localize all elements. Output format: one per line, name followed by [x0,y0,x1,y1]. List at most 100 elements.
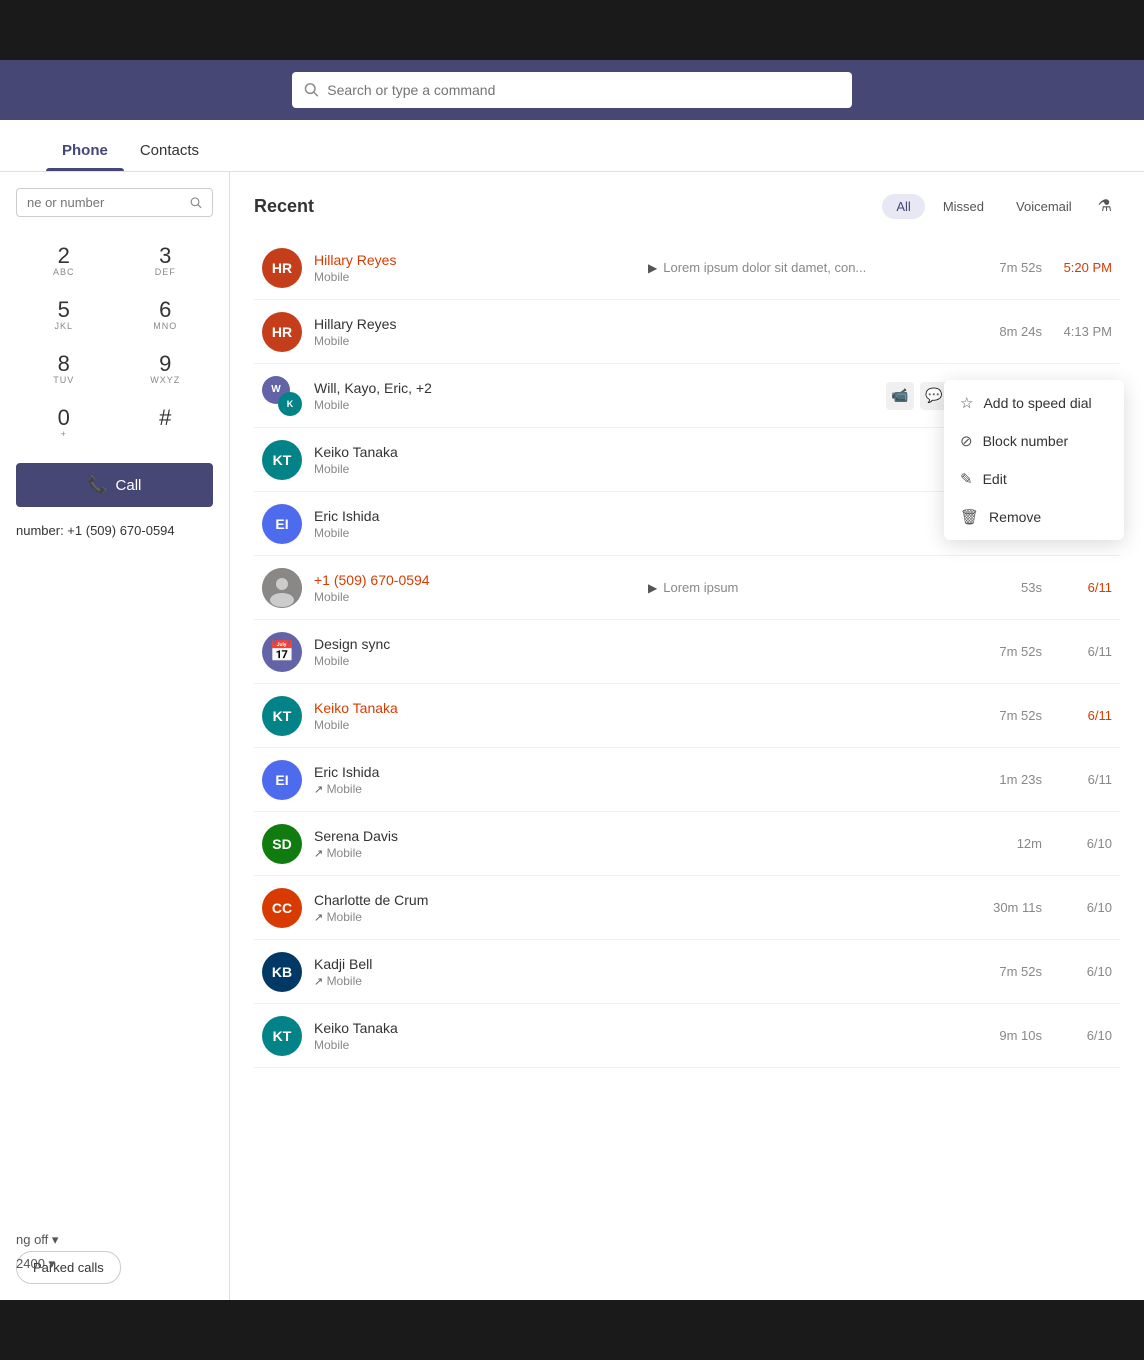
recent-header: Recent All Missed Voicemail ⚗ [254,192,1120,220]
preview-text: Lorem ipsum dolor sit damet, con... [663,260,866,275]
context-menu-item-remove[interactable]: 🗑 Remove [944,498,1124,536]
call-info: Will, Kayo, Eric, +2 Mobile [314,380,600,412]
call-info: Keiko Tanaka Mobile [314,1020,648,1052]
call-preview: ▶ Lorem ipsum [648,580,982,595]
call-time: 6/10 [1042,836,1112,851]
call-name: Will, Kayo, Eric, +2 [314,380,600,396]
call-info: Hillary Reyes Mobile [314,252,648,284]
call-name: Eric Ishida [314,764,648,780]
status-ext[interactable]: 2400 ▾ [16,1256,58,1272]
call-name: Hillary Reyes [314,316,648,332]
outgoing-arrow-icon: ↗ [314,848,323,860]
filter-tab-all[interactable]: All [882,194,924,219]
call-time: 5:20 PM [1042,260,1112,275]
call-info: Hillary Reyes Mobile [314,316,648,348]
filter-tabs: All Missed Voicemail ⚗ [882,192,1120,220]
call-name: +1 (509) 670-0594 [314,572,648,588]
avatar: SD [262,824,302,864]
avatar: W K [262,376,302,416]
status-away[interactable]: ng off ▾ [16,1232,58,1248]
call-info: Eric Ishida ↗ Mobile [314,764,648,796]
avatar: HR [262,248,302,288]
dial-key-hash[interactable]: # [118,399,214,447]
sidebar-search-box[interactable] [16,188,213,217]
call-info: Kadji Bell ↗ Mobile [314,956,648,988]
call-name: Keiko Tanaka [314,444,651,460]
global-search-box[interactable] [292,72,852,108]
tab-phone[interactable]: Phone [46,130,124,171]
search-input[interactable] [327,82,840,98]
outgoing-arrow-icon: ↗ [314,784,323,796]
edit-icon: ✎ [960,470,973,488]
table-row: HR Hillary Reyes Mobile ▶ Lorem ipsum do… [254,236,1120,300]
call-type: ↗ Mobile [314,782,648,796]
avatar: KB [262,952,302,992]
call-name: Charlotte de Crum [314,892,648,908]
context-menu: ☆ Add to speed dial ⊘ Block number ✎ Edi… [944,380,1124,540]
number-display: number: +1 (509) 670-0594 [16,523,213,538]
avatar: KT [262,1016,302,1056]
avatar [262,568,302,608]
filter-icon[interactable]: ⚗ [1090,192,1120,220]
context-menu-item-edit[interactable]: ✎ Edit [944,460,1124,498]
dial-key-6[interactable]: 6 MNO [118,291,214,339]
table-row: KT Keiko Tanaka Mobile 7m 52s 6/11 [254,684,1120,748]
call-duration: 30m 11s [982,900,1042,915]
avatar: EI [262,504,302,544]
sidebar-search-input[interactable] [27,195,182,210]
play-icon[interactable]: ▶ [648,261,657,275]
nav-tab-previous[interactable] [30,147,46,171]
video-icon[interactable]: 📹 [886,382,914,410]
table-row: CC Charlotte de Crum ↗ Mobile 30m 11s 6/… [254,876,1120,940]
filter-tab-voicemail[interactable]: Voicemail [1002,194,1086,219]
filter-tab-missed[interactable]: Missed [929,194,998,219]
call-button[interactable]: 📞 Call [16,463,213,507]
dial-key-5[interactable]: 5 JKL [16,291,112,339]
call-time: 6/11 [1042,644,1112,659]
call-type: ↗ Mobile [314,846,648,860]
table-row: HR Hillary Reyes Mobile 8m 24s 4:13 PM [254,300,1120,364]
dialpad: 2 ABC 3 DEF 5 JKL 6 MNO 8 TUV 9 WXYZ [16,237,213,447]
context-menu-label: Edit [983,471,1007,487]
call-type: Mobile [314,654,648,668]
table-row: SD Serena Davis ↗ Mobile 12m 6/10 [254,812,1120,876]
dial-key-0[interactable]: 0 + [16,399,112,447]
outgoing-arrow-icon: ↗ [314,976,323,988]
call-info: Keiko Tanaka Mobile [314,700,648,732]
call-duration: 7m 52s [982,644,1042,659]
dial-key-3[interactable]: 3 DEF [118,237,214,285]
tab-contacts[interactable]: Contacts [124,130,215,171]
call-type: Mobile [314,590,648,604]
sidebar: 2 ABC 3 DEF 5 JKL 6 MNO 8 TUV 9 WXYZ [0,172,230,1300]
call-info: Serena Davis ↗ Mobile [314,828,648,860]
nav-tabs-bar: Phone Contacts [0,120,1144,172]
dial-key-8[interactable]: 8 TUV [16,345,112,393]
avatar: CC [262,888,302,928]
call-name: Design sync [314,636,648,652]
call-type: Mobile [314,270,648,284]
dial-key-2[interactable]: 2 ABC [16,237,112,285]
call-name: Hillary Reyes [314,252,648,268]
block-icon: ⊘ [960,432,973,450]
avatar: KT [262,696,302,736]
title-bar [0,60,1144,120]
context-menu-label: Remove [989,509,1041,525]
play-icon[interactable]: ▶ [648,581,657,595]
context-menu-label: Block number [983,433,1069,449]
call-info: Keiko Tanaka Mobile [314,444,651,476]
call-info: Eric Ishida Mobile [314,508,648,540]
content-area: Recent All Missed Voicemail ⚗ HR Hillary… [230,172,1144,1300]
dial-key-9[interactable]: 9 WXYZ [118,345,214,393]
call-duration: 53s [982,580,1042,595]
table-row: KT Keiko Tanaka Mobile ••• 📞 Call ▾ [254,428,1120,492]
call-duration: 9m 10s [982,1028,1042,1043]
table-row: KT Keiko Tanaka Mobile 9m 10s 6/10 [254,1004,1120,1068]
context-menu-item-speed-dial[interactable]: ☆ Add to speed dial [944,384,1124,422]
context-menu-item-block[interactable]: ⊘ Block number [944,422,1124,460]
call-time: 4:13 PM [1042,324,1112,339]
avatar: HR [262,312,302,352]
call-time: 6/10 [1042,964,1112,979]
recent-title: Recent [254,196,314,217]
call-time: 6/10 [1042,900,1112,915]
call-time: 6/11 [1042,708,1112,723]
